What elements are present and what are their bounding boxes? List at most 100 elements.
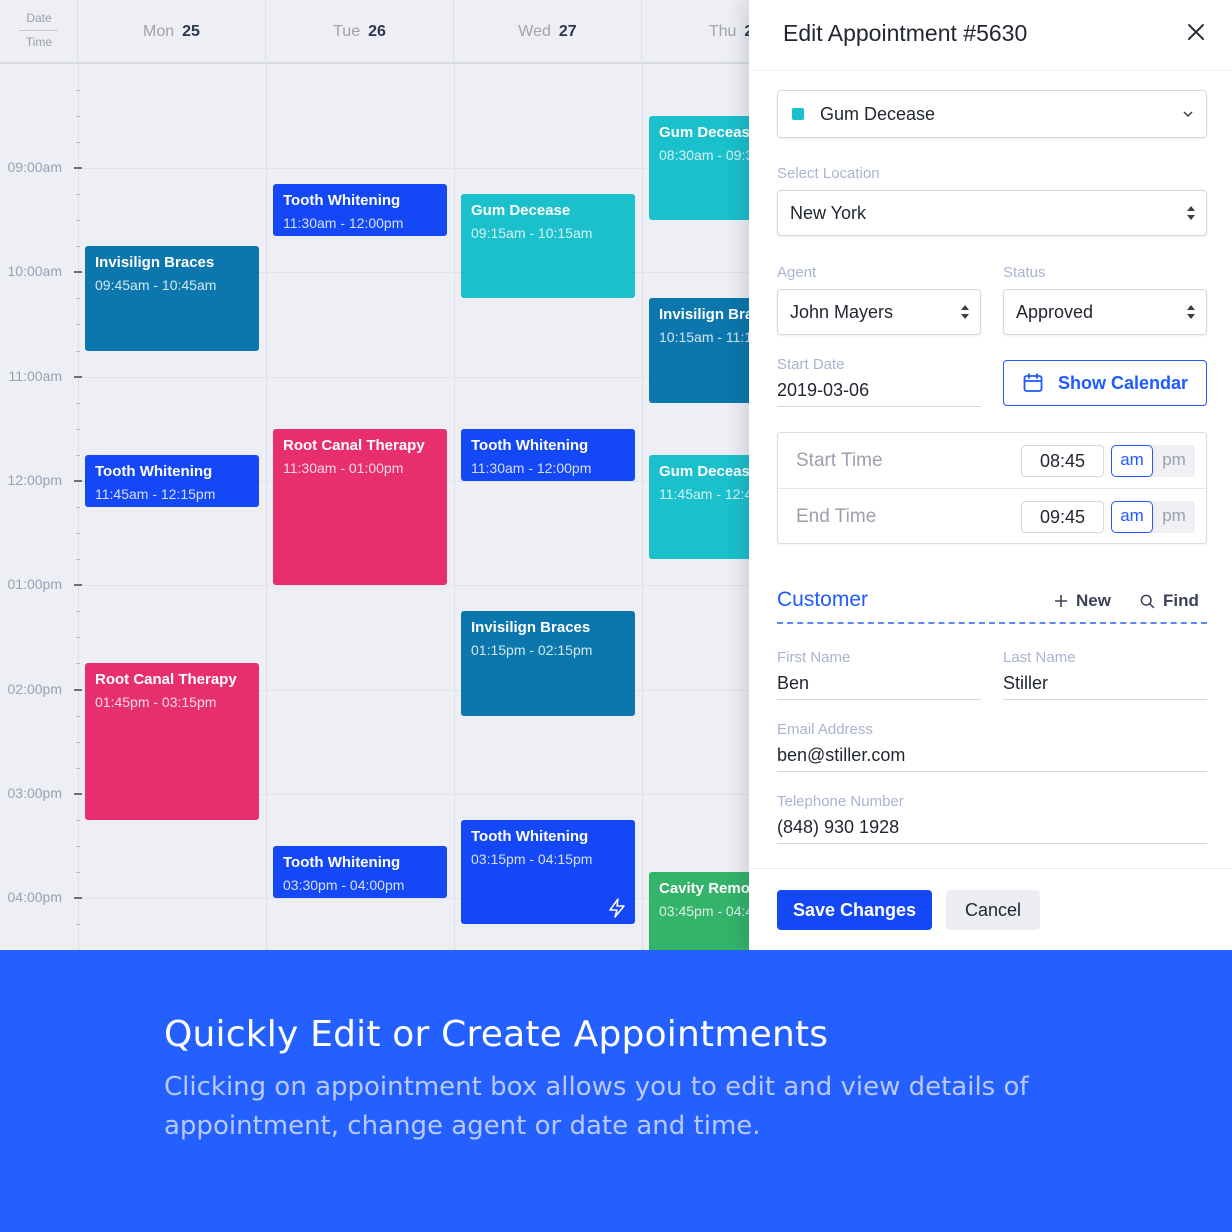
appointment-block[interactable]: Tooth Whitening 11:30am - 12:00pm — [273, 183, 447, 236]
panel-title: Edit Appointment #5630 — [783, 20, 1028, 46]
email-field[interactable]: ben@stiller.com — [777, 742, 1207, 772]
start-pm-button[interactable]: pm — [1153, 445, 1195, 477]
cancel-button[interactable]: Cancel — [946, 890, 1040, 930]
appointment-title: Tooth Whitening — [95, 462, 213, 480]
end-am-button[interactable]: am — [1111, 501, 1153, 533]
status-label: Status — [1003, 264, 1046, 281]
minor-tick — [76, 767, 80, 769]
calendar-icon — [1023, 373, 1043, 392]
service-select[interactable]: Gum Decease — [777, 90, 1207, 138]
appointment-time: 01:15pm - 02:15pm — [471, 642, 593, 659]
day-name: Mon — [143, 23, 175, 40]
end-time-label: End Time — [796, 506, 877, 527]
appointment-title: Tooth Whitening — [283, 191, 401, 209]
column-divider — [642, 64, 643, 950]
hour-label: 11:00am — [8, 367, 62, 384]
agent-label: Agent — [777, 264, 817, 281]
hour-label: 03:00pm — [7, 784, 62, 801]
location-select[interactable]: New York — [777, 190, 1207, 236]
select-arrows-icon — [1187, 305, 1195, 319]
minor-tick — [76, 246, 80, 248]
hour-tick — [74, 792, 82, 795]
appointment-block[interactable]: Tooth Whitening 03:30pm - 04:00pm — [273, 845, 447, 899]
find-customer-button[interactable]: Find — [1140, 591, 1199, 611]
minor-tick — [76, 559, 80, 561]
new-customer-label: New — [1076, 591, 1111, 610]
appointment-title: Tooth Whitening — [283, 853, 401, 871]
close-icon[interactable] — [1184, 20, 1208, 44]
save-changes-button[interactable]: Save Changes — [777, 890, 932, 930]
appointment-time: 11:30am - 12:00pm — [471, 459, 592, 476]
end-ampm-toggle: am pm — [1111, 501, 1195, 533]
agent-value: John Mayers — [790, 301, 894, 322]
end-pm-button[interactable]: pm — [1153, 501, 1195, 533]
minor-tick — [76, 741, 80, 743]
email-label: Email Address — [777, 721, 873, 738]
appointment-time: 03:30pm - 04:00pm — [283, 876, 405, 893]
day-number: 26 — [368, 23, 386, 40]
time-range-box: Start Time 08:45 am pm End Time 09:45 am… — [777, 432, 1207, 544]
location-value: New York — [790, 202, 867, 223]
day-name: Wed — [518, 23, 551, 40]
last-name-label: Last Name — [1003, 649, 1076, 666]
appointment-block[interactable]: Gum Decease 09:15am - 10:15am — [461, 194, 635, 299]
first-name-field[interactable]: Ben — [777, 670, 981, 700]
show-calendar-button[interactable]: Show Calendar — [1003, 360, 1207, 406]
day-name: Thu — [708, 23, 737, 40]
hour-tick — [74, 167, 82, 169]
day-header-mon[interactable]: Mon 25 — [78, 0, 266, 64]
minor-tick — [76, 872, 80, 874]
status-select[interactable]: Approved — [1003, 289, 1207, 335]
minor-tick — [76, 819, 80, 821]
appointment-title: Root Canal Therapy — [283, 436, 425, 454]
phone-field[interactable]: (848) 930 1928 — [777, 814, 1207, 844]
appointment-block[interactable]: Root Canal Therapy 11:30am - 01:00pm — [273, 428, 447, 586]
location-label: Select Location — [777, 165, 880, 182]
select-arrows-icon — [961, 305, 969, 319]
minor-tick — [76, 506, 80, 508]
end-time-input[interactable]: 09:45 — [1021, 501, 1104, 533]
date-time-corner: Date Time — [0, 0, 78, 64]
minor-tick — [76, 715, 80, 717]
last-name-field[interactable]: Stiller — [1003, 670, 1207, 700]
phone-label: Telephone Number — [777, 793, 904, 810]
appointment-title: Invisilign Braces — [471, 619, 591, 637]
new-customer-button[interactable]: New — [1054, 591, 1111, 611]
appointment-block[interactable]: Tooth Whitening 03:15pm - 04:15pm — [461, 819, 635, 925]
appointment-block[interactable]: Tooth Whitening 11:30am - 12:00pm — [461, 428, 635, 481]
appointment-block[interactable]: Invisilign Braces 09:45am - 10:45am — [85, 246, 259, 351]
select-arrows-icon — [1187, 206, 1195, 220]
day-header-tue[interactable]: Tue 26 — [266, 0, 454, 64]
appointment-time: 01:45pm - 03:15pm — [95, 694, 217, 711]
minor-tick — [76, 845, 80, 847]
agent-select[interactable]: John Mayers — [777, 289, 981, 335]
start-time-input[interactable]: 08:45 — [1021, 445, 1104, 477]
minor-tick — [76, 324, 80, 326]
minor-tick — [76, 402, 80, 404]
minor-tick — [76, 89, 80, 91]
hour-tick — [74, 688, 82, 691]
start-date-field[interactable]: 2019-03-06 — [777, 377, 981, 407]
date-label: Date — [26, 11, 52, 25]
start-ampm-toggle: am pm — [1111, 445, 1195, 477]
find-customer-label: Find — [1163, 591, 1199, 610]
minor-tick — [76, 428, 80, 430]
start-am-button[interactable]: am — [1111, 445, 1153, 477]
hour-label: 02:00pm — [7, 680, 62, 697]
day-name: Tue — [333, 23, 361, 40]
appointment-title: Invisilign Braces — [95, 254, 215, 272]
appointment-block[interactable]: Root Canal Therapy 01:45pm - 03:15pm — [85, 663, 259, 820]
appointment-block[interactable]: Tooth Whitening 11:45am - 12:15pm — [85, 454, 259, 507]
appointment-time: 09:15am - 10:15am — [471, 225, 593, 242]
customer-section-title: Customer — [777, 588, 869, 611]
appointment-block[interactable]: Invisilign Braces 01:15pm - 02:15pm — [461, 611, 635, 716]
first-name-label: First Name — [777, 649, 851, 666]
hour-tick — [74, 897, 82, 900]
time-label: Time — [25, 35, 53, 49]
lightning-icon — [609, 898, 625, 918]
hour-tick — [74, 479, 82, 482]
day-number: 25 — [182, 23, 200, 40]
day-header-wed[interactable]: Wed 27 — [454, 0, 642, 64]
hour-label: 04:00pm — [7, 889, 62, 906]
minor-tick — [76, 663, 80, 665]
